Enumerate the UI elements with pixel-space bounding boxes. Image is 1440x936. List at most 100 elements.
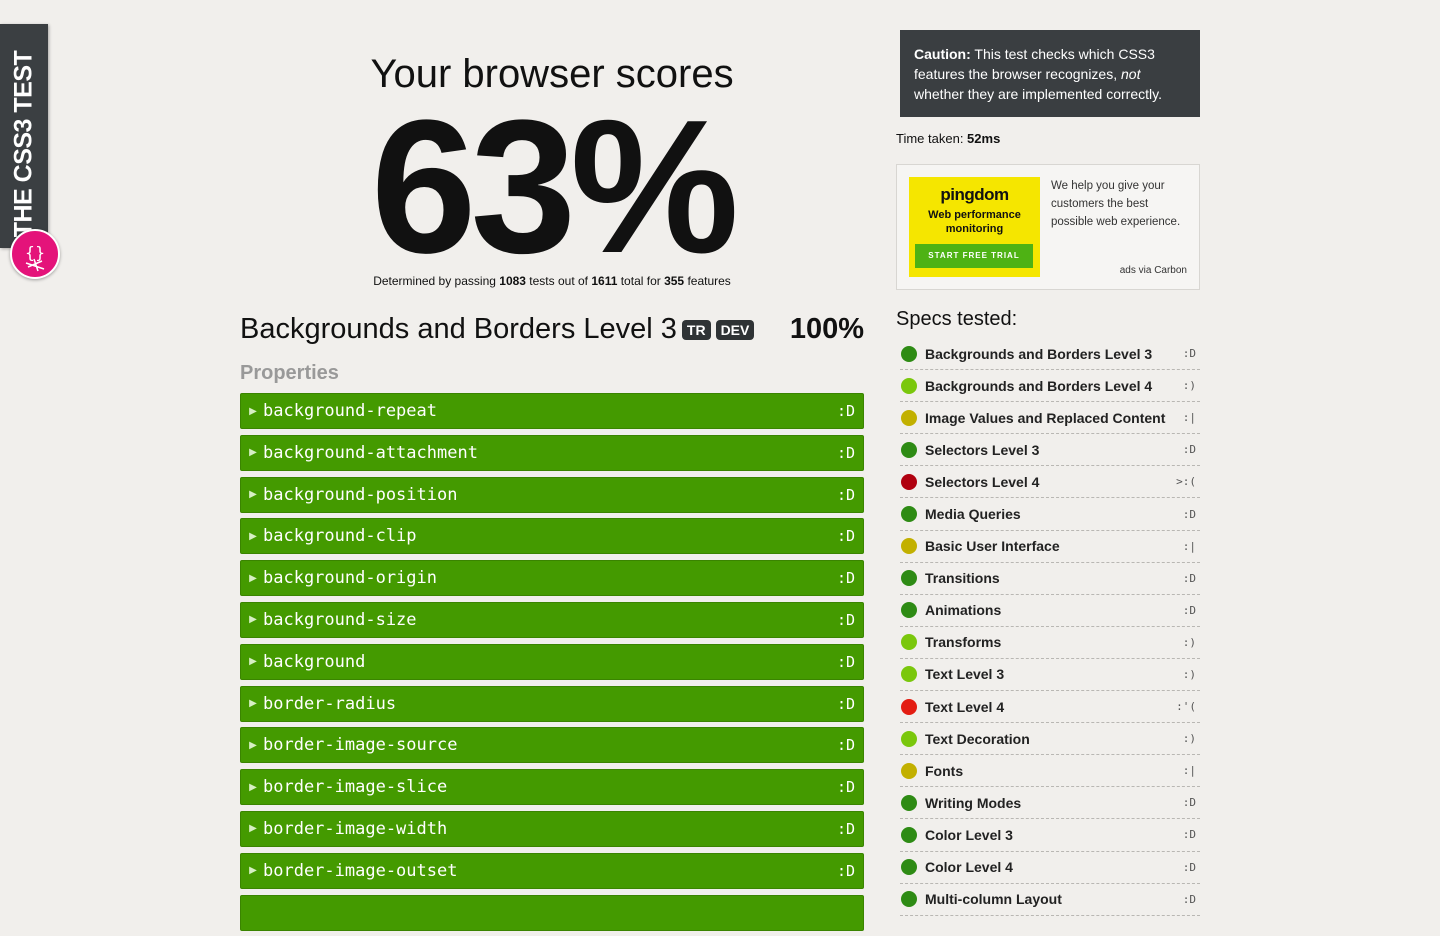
- carbon-ad: pingdom Web performance monitoring START…: [896, 164, 1200, 290]
- spec-item-name: Writing Modes: [925, 794, 1022, 811]
- ad-brand-logo: pingdom: [940, 185, 1009, 204]
- dev-badge[interactable]: DEV: [715, 319, 755, 340]
- spec-item-result: :D: [1182, 828, 1196, 842]
- property-name: background-repeat: [263, 401, 437, 421]
- status-dot-icon: [901, 891, 917, 908]
- ad-cta-button[interactable]: START FREE TRIAL: [915, 244, 1033, 268]
- property-result: :D: [836, 861, 855, 880]
- spec-item-result: :|: [1182, 411, 1196, 425]
- caution-emphasis: not: [1121, 66, 1141, 82]
- expand-arrow-icon: ▶: [249, 614, 257, 626]
- spec-item[interactable]: Transitions:D: [900, 563, 1200, 595]
- status-dot-icon: [901, 634, 917, 651]
- property-row[interactable]: ▶ border-image-width:D: [240, 810, 864, 847]
- spec-item[interactable]: Fonts:|: [900, 755, 1200, 788]
- spec-item-name: Selectors Level 3: [925, 441, 1040, 458]
- status-dot-icon: [901, 570, 917, 587]
- spec-item-name: Basic User Interface: [925, 538, 1060, 555]
- spec-item[interactable]: Text Decoration:): [900, 723, 1200, 756]
- property-row[interactable]: ▶ background-position:D: [240, 476, 864, 513]
- property-row[interactable]: ▶ border-image-source:D: [240, 727, 864, 764]
- property-name: background-attachment: [263, 442, 478, 463]
- status-dot-icon: [901, 666, 917, 683]
- property-result: :D: [836, 527, 855, 546]
- status-dot-icon: [901, 377, 917, 394]
- site-title[interactable]: THE CSS3 TEST: [10, 51, 39, 238]
- spec-item-result: :D: [1182, 507, 1196, 521]
- spec-item[interactable]: Basic User Interface:|: [900, 531, 1200, 563]
- property-result: :D: [836, 778, 855, 797]
- status-dot-icon: [901, 538, 917, 555]
- expand-arrow-icon: ▶: [249, 405, 257, 417]
- caution-text-end: whether they are implemented correctly.: [914, 86, 1162, 102]
- spec-item[interactable]: Color Level 4:D: [900, 852, 1200, 884]
- property-row[interactable]: ▶ background-origin:D: [240, 560, 864, 597]
- property-name: border-image-slice: [263, 777, 448, 798]
- spec-item-name: Color Level 3: [925, 826, 1013, 843]
- spec-item-name: Color Level 4: [925, 859, 1013, 876]
- property-row[interactable]: ▶ background:D: [240, 643, 864, 680]
- spec-item-result: :'(: [1176, 700, 1196, 714]
- spec-item-result: :D: [1182, 892, 1196, 906]
- spec-item[interactable]: Backgrounds and Borders Level 3:D: [900, 338, 1200, 371]
- property-name: border-image-outset: [263, 860, 458, 881]
- spec-item[interactable]: Selectors Level 4 >:(: [900, 466, 1200, 499]
- status-dot-icon: [901, 859, 917, 876]
- expand-arrow-icon: ▶: [249, 447, 257, 459]
- caution-note: Caution: This test checks which CSS3 fea…: [900, 30, 1200, 117]
- expand-arrow-icon: ▶: [249, 698, 257, 710]
- spec-item-result: :D: [1182, 443, 1196, 457]
- spec-title-text[interactable]: Backgrounds and Borders Level 3: [240, 313, 677, 346]
- spec-item[interactable]: Image Values and Replaced Content:|: [900, 402, 1200, 435]
- property-result: :D: [836, 694, 855, 713]
- spec-item[interactable]: Backgrounds and Borders Level 4:): [900, 370, 1200, 403]
- spec-item-result: :D: [1182, 796, 1196, 810]
- tr-badge[interactable]: TR: [681, 319, 711, 340]
- property-name: background-size: [263, 609, 417, 630]
- property-row[interactable]: ▶ border-image-outset:D: [240, 852, 864, 889]
- ad-copy[interactable]: We help you give your customers the best…: [1051, 177, 1191, 231]
- expand-arrow-icon: ▶: [249, 656, 257, 668]
- property-name: background-position: [263, 484, 458, 505]
- property-row[interactable]: ▶ background-size :D: [240, 601, 864, 638]
- property-row[interactable]: ▶ background-attachment:D: [240, 434, 864, 471]
- property-row[interactable]: ▶ background-repeat:D: [240, 393, 864, 429]
- spec-item-result: :): [1182, 635, 1196, 649]
- svg-text:{}: {}: [25, 243, 45, 262]
- spec-item-result: :D: [1182, 603, 1196, 617]
- spec-item[interactable]: Transforms:): [900, 627, 1200, 659]
- property-result: :D: [836, 819, 855, 838]
- section-label: Properties: [240, 362, 339, 384]
- property-list: ▶ background-repeat :D ▶ background-attachm…: [240, 393, 864, 936]
- spec-item-name: Transitions: [925, 570, 1000, 587]
- spec-item-name: Text Decoration: [925, 730, 1030, 747]
- spec-item[interactable]: Color Level 3 :D: [900, 819, 1200, 852]
- status-dot-icon: [901, 602, 917, 619]
- side-banner[interactable]: THE CSS3 TEST: [0, 24, 48, 248]
- status-dot-icon: [901, 441, 917, 458]
- spec-item-name: Animations: [925, 602, 1002, 619]
- spec-item[interactable]: Writing Modes :D: [900, 787, 1200, 820]
- expand-arrow-icon: ▶: [249, 530, 257, 542]
- spec-percent: 100%: [789, 313, 864, 345]
- status-dot-icon: [901, 794, 917, 811]
- spec-item[interactable]: Media Queries:D: [900, 498, 1200, 531]
- property-row[interactable]: ▶ border-radius:D: [240, 685, 864, 722]
- spec-item-name: Fonts: [925, 762, 964, 779]
- spec-title: Backgrounds and Borders Level 3 TR DEV: [240, 313, 755, 346]
- passed-count: 1083: [499, 274, 526, 288]
- property-result: :D: [836, 610, 855, 629]
- property-name: background-origin: [263, 568, 437, 589]
- lea-logo-icon[interactable]: {}: [10, 229, 60, 279]
- ad-image[interactable]: pingdom Web performance monitoring START…: [909, 177, 1040, 277]
- spec-item[interactable]: Selectors Level 3 :D: [900, 434, 1200, 467]
- spec-item[interactable]: Text Level 4:'(: [900, 691, 1200, 724]
- ad-via-link[interactable]: ads via Carbon: [1120, 265, 1187, 276]
- property-row[interactable]: ▶ border-image-slice:D: [240, 769, 864, 806]
- property-row[interactable]: ▶ background-clip:D: [240, 518, 864, 555]
- spec-item[interactable]: Text Level 3:): [900, 659, 1200, 692]
- specs-list: Backgrounds and Borders Level 3:D Backgro…: [900, 338, 1200, 916]
- score-value: 63%: [370, 81, 739, 293]
- spec-item[interactable]: Animations :D: [900, 595, 1200, 627]
- spec-item-name: Backgrounds and Borders Level 3: [925, 345, 1153, 362]
